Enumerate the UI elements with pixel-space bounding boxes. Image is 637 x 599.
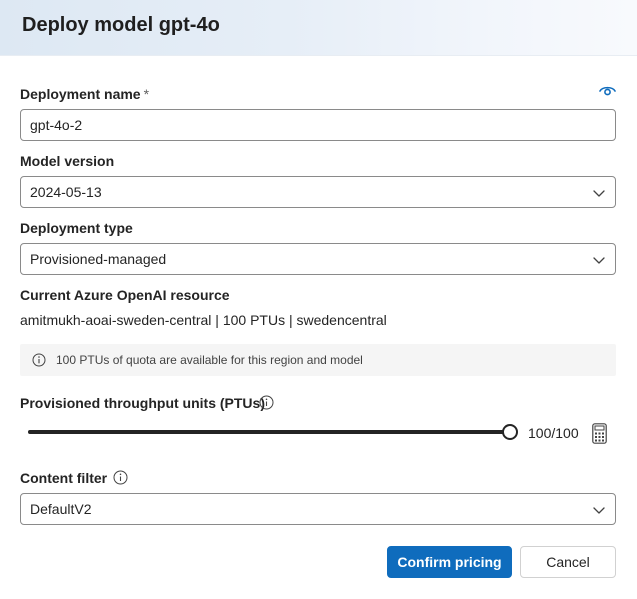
resource-label: Current Azure OpenAI resource bbox=[20, 287, 230, 303]
quota-info-text: 100 PTUs of quota are available for this… bbox=[56, 353, 363, 367]
cancel-button[interactable]: Cancel bbox=[520, 546, 616, 578]
chevron-down-icon bbox=[593, 507, 605, 514]
ptu-slider[interactable] bbox=[28, 422, 518, 442]
ptu-label: Provisioned throughput units (PTUs) bbox=[20, 395, 265, 411]
deployment-name-label-text: Deployment name bbox=[20, 86, 141, 102]
eye-icon[interactable] bbox=[599, 85, 616, 97]
deploy-model-dialog: Deploy model gpt-4o Deployment name * gpt… bbox=[0, 0, 637, 599]
deployment-type-value: Provisioned-managed bbox=[30, 251, 167, 267]
content-filter-label: Content filter bbox=[20, 470, 108, 486]
quota-info-bar: 100 PTUs of quota are available for this… bbox=[20, 344, 616, 376]
confirm-pricing-button[interactable]: Confirm pricing bbox=[387, 546, 512, 578]
required-mark: * bbox=[143, 86, 150, 102]
chevron-down-icon bbox=[593, 257, 605, 264]
ptu-value: 100/100 bbox=[528, 425, 579, 441]
info-icon[interactable] bbox=[113, 470, 128, 485]
calculator-icon[interactable] bbox=[592, 423, 607, 444]
model-version-label: Model version bbox=[20, 153, 115, 169]
deployment-name-label: Deployment name * bbox=[20, 86, 149, 102]
content-filter-value: DefaultV2 bbox=[30, 501, 92, 517]
dialog-title: Deploy model gpt-4o bbox=[22, 14, 220, 36]
deployment-type-select[interactable]: Provisioned-managed bbox=[20, 243, 616, 275]
slider-fill bbox=[28, 430, 510, 434]
deployment-name-value: gpt-4o-2 bbox=[30, 117, 83, 133]
resource-value: amitmukh-aoai-sweden-central | 100 PTUs … bbox=[20, 312, 387, 328]
slider-thumb[interactable] bbox=[502, 424, 518, 440]
info-icon[interactable] bbox=[259, 395, 274, 410]
dialog-header: Deploy model gpt-4o bbox=[0, 0, 637, 56]
deployment-name-input[interactable]: gpt-4o-2 bbox=[20, 109, 616, 141]
chevron-down-icon bbox=[593, 190, 605, 197]
info-icon bbox=[32, 353, 46, 367]
deployment-type-label: Deployment type bbox=[20, 220, 133, 236]
model-version-select[interactable]: 2024-05-13 bbox=[20, 176, 616, 208]
model-version-value: 2024-05-13 bbox=[30, 184, 102, 200]
content-filter-select[interactable]: DefaultV2 bbox=[20, 493, 616, 525]
